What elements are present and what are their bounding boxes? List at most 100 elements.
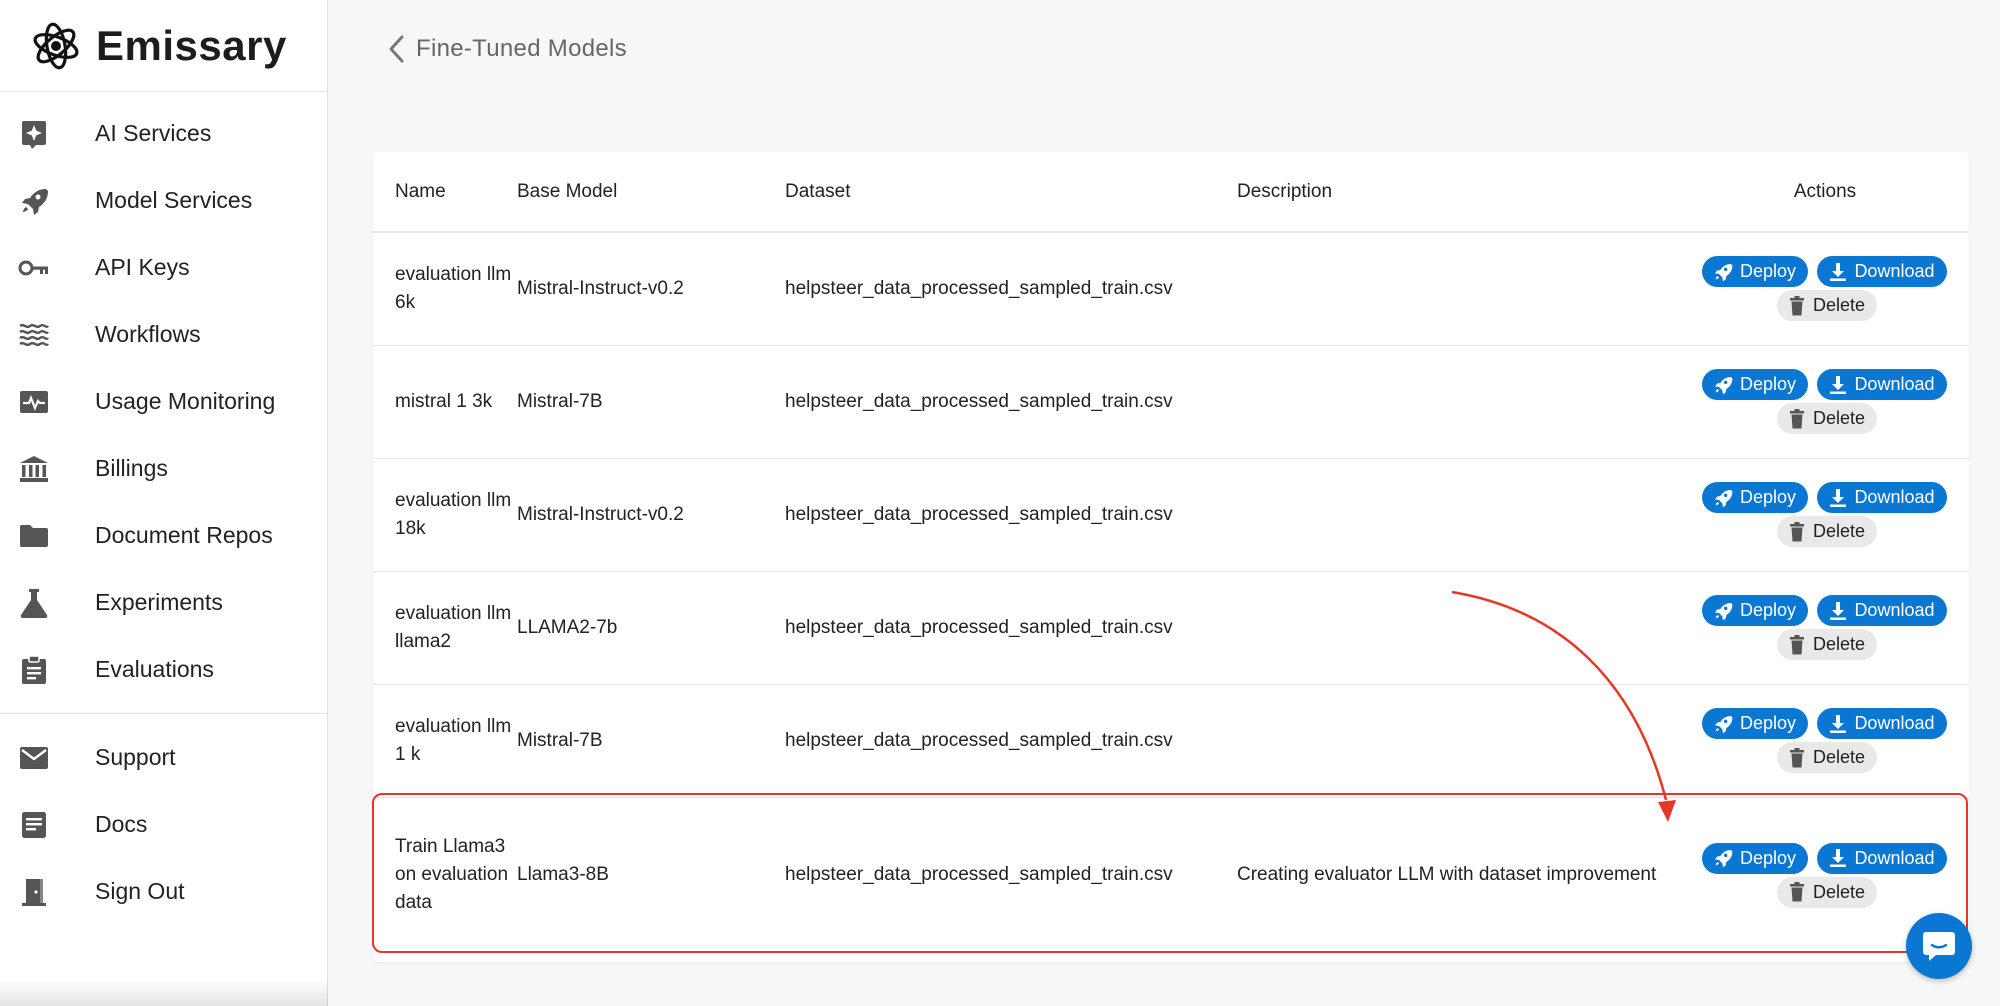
download-label: Download <box>1854 600 1935 620</box>
cell-base-model: Mistral-7B <box>513 345 781 459</box>
sidebar-item-label: Docs <box>95 811 148 837</box>
chat-launcher-button[interactable] <box>1906 913 1972 979</box>
sidebar: Emissary AI Services Model Services API … <box>0 0 328 1006</box>
pulse-monitor-icon <box>18 386 50 418</box>
column-header-actions: Actions <box>1681 152 1969 233</box>
action-row: Deploy Download <box>1701 595 1947 626</box>
cell-dataset: helpsteer_data_processed_sampled_train.c… <box>781 458 1233 572</box>
trash-icon <box>1789 882 1806 902</box>
deploy-button[interactable]: Deploy <box>1701 595 1808 626</box>
cell-name: mistral 1 3k <box>373 345 513 459</box>
cell-dataset: helpsteer_data_processed_sampled_train.c… <box>785 864 1173 886</box>
chat-bubble-icon <box>1923 932 1955 961</box>
trash-icon <box>1789 634 1806 655</box>
deploy-label: Deploy <box>1739 261 1797 282</box>
delete-label: Delete <box>1812 295 1865 316</box>
sidebar-item-evaluations[interactable]: Evaluations <box>0 636 327 703</box>
app-name: Emissary <box>96 21 287 69</box>
column-header-description: Description <box>1233 152 1681 233</box>
column-header-base-model: Base Model <box>513 152 781 233</box>
action-group: Deploy Download Delete <box>1681 708 1969 773</box>
clipboard-icon <box>18 654 50 686</box>
cell-name: evaluation llm 1 k <box>373 684 513 798</box>
action-group: Deploy Download Delete <box>1681 369 1969 434</box>
sidebar-item-docs[interactable]: Docs <box>0 791 327 858</box>
rocket-icon <box>1713 601 1733 621</box>
table-row: evaluation llm 1 k Mistral-7B helpsteer_… <box>373 684 1969 798</box>
rocket-icon <box>1713 375 1733 395</box>
column-header-dataset: Dataset <box>781 152 1233 233</box>
sidebar-item-support[interactable]: Support <box>0 724 327 791</box>
sidebar-item-document-repos[interactable]: Document Repos <box>0 502 327 569</box>
action-row: Deploy Download <box>1701 842 1947 874</box>
key-icon <box>18 252 50 284</box>
sidebar-item-api-keys[interactable]: API Keys <box>0 234 327 301</box>
sidebar-item-label: Model Services <box>95 187 253 213</box>
table-row: Train Llama3 on evaluation data Llama3-8… <box>373 797 1969 953</box>
delete-button[interactable]: Delete <box>1777 403 1877 434</box>
emissary-logo-icon <box>33 22 79 69</box>
cell-name: evaluation llm llama2 <box>373 571 513 685</box>
cell-name: Train Llama3 on evaluation data <box>395 836 509 914</box>
cell-description <box>1233 345 1681 459</box>
download-button[interactable]: Download <box>1816 369 1947 400</box>
sidebar-item-label: AI Services <box>95 120 212 146</box>
action-row: Deploy Download <box>1701 369 1947 400</box>
cell-name: evaluation llm 18k <box>373 458 513 572</box>
download-icon <box>1829 714 1848 734</box>
deploy-button[interactable]: Deploy <box>1701 842 1808 874</box>
download-button[interactable]: Download <box>1816 842 1947 874</box>
sidebar-item-ai-services[interactable]: AI Services <box>0 100 327 167</box>
delete-button[interactable]: Delete <box>1777 516 1877 547</box>
download-icon <box>1829 848 1848 868</box>
cell-description <box>1233 232 1681 346</box>
cell-actions: Deploy Download Delete <box>1681 571 1969 685</box>
delete-button[interactable]: Delete <box>1777 876 1877 908</box>
sidebar-item-label: Document Repos <box>95 522 273 548</box>
sidebar-item-usage-monitoring[interactable]: Usage Monitoring <box>0 368 327 435</box>
action-group: Deploy Download Delete <box>1681 842 1969 908</box>
sidebar-item-model-services[interactable]: Model Services <box>0 167 327 234</box>
trash-icon <box>1789 295 1806 316</box>
bank-icon <box>18 453 50 485</box>
delete-button[interactable]: Delete <box>1777 629 1877 660</box>
action-group: Deploy Download Delete <box>1681 595 1969 660</box>
download-button[interactable]: Download <box>1816 482 1947 513</box>
deploy-button[interactable]: Deploy <box>1701 482 1808 513</box>
sidebar-item-label: Billings <box>95 455 168 481</box>
deploy-button[interactable]: Deploy <box>1701 369 1808 400</box>
back-to-fine-tuned-models[interactable]: Fine-Tuned Models <box>386 34 627 64</box>
fine-tuned-models-card: Name Base Model Dataset Description Acti… <box>373 152 1969 962</box>
sidebar-item-experiments[interactable]: Experiments <box>0 569 327 636</box>
door-exit-icon <box>18 876 50 908</box>
action-row: Deploy Download <box>1701 708 1947 739</box>
brand[interactable]: Emissary <box>0 0 327 92</box>
waves-icon <box>18 319 50 351</box>
deploy-button[interactable]: Deploy <box>1701 256 1808 288</box>
sidebar-item-label: Support <box>95 744 176 770</box>
sidebar-item-sign-out[interactable]: Sign Out <box>0 858 327 925</box>
cell-dataset: helpsteer_data_processed_sampled_train.c… <box>781 684 1233 798</box>
deploy-button[interactable]: Deploy <box>1701 708 1808 739</box>
sidebar-item-workflows[interactable]: Workflows <box>0 301 327 368</box>
sidebar-footer-shadow <box>0 978 328 1006</box>
cell-dataset: helpsteer_data_processed_sampled_train.c… <box>781 232 1233 346</box>
cell-actions: Deploy Download Delete <box>1681 232 1969 346</box>
download-button[interactable]: Download <box>1816 256 1947 288</box>
download-button[interactable]: Download <box>1816 595 1947 626</box>
rocket-icon <box>1713 262 1733 282</box>
sidebar-item-label: Evaluations <box>95 656 214 682</box>
document-icon <box>18 809 50 841</box>
rocket-icon <box>1713 714 1733 734</box>
cell-base-model: Llama3-8B <box>517 864 609 886</box>
delete-button[interactable]: Delete <box>1777 290 1877 322</box>
deploy-label: Deploy <box>1739 847 1797 868</box>
flask-icon <box>18 587 50 619</box>
cell-actions: Deploy Download Delete <box>1681 458 1969 572</box>
cell-description <box>1233 684 1681 798</box>
delete-button[interactable]: Delete <box>1777 742 1877 773</box>
sidebar-item-billings[interactable]: Billings <box>0 435 327 502</box>
delete-label: Delete <box>1812 747 1865 767</box>
trash-icon <box>1789 521 1806 542</box>
download-button[interactable]: Download <box>1816 708 1947 739</box>
